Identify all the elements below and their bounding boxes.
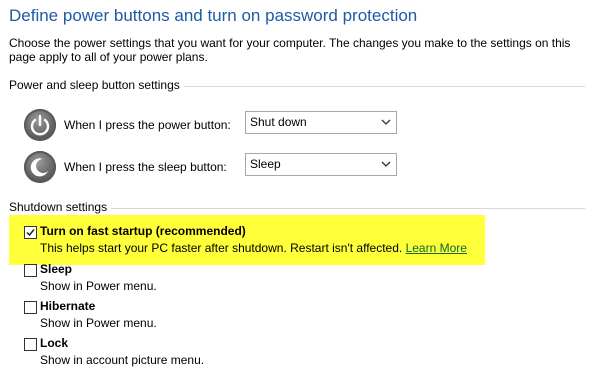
power-button-label: When I press the power button: (64, 118, 231, 132)
sleep-label[interactable]: Sleep (40, 262, 72, 276)
page-title: Define power buttons and turn on passwor… (9, 6, 418, 25)
lock-checkbox[interactable] (24, 338, 37, 351)
lock-label[interactable]: Lock (40, 336, 68, 350)
lock-description: Show in account picture menu. (40, 353, 205, 367)
hibernate-description: Show in Power menu. (40, 316, 157, 330)
learn-more-link[interactable]: Learn More (406, 241, 467, 255)
power-sleep-group: Power and sleep button settings (9, 78, 585, 92)
chevron-down-icon (381, 161, 391, 167)
shutdown-group: Shutdown settings (9, 200, 585, 214)
hibernate-label[interactable]: Hibernate (40, 299, 95, 313)
sleep-icon (24, 151, 56, 183)
fast-startup-label[interactable]: Turn on fast startup (recommended) (40, 224, 246, 238)
checkmark-icon (26, 229, 35, 237)
fast-startup-description: This helps start your PC faster after sh… (40, 241, 467, 255)
fast-startup-checkbox[interactable] (24, 226, 37, 239)
page-description: Choose the power settings that you want … (9, 36, 571, 64)
sleep-button-value: Sleep (250, 157, 281, 171)
power-sleep-header: Power and sleep button settings (9, 78, 184, 92)
shutdown-header: Shutdown settings (9, 200, 112, 214)
power-button-select[interactable]: Shut down (245, 111, 397, 134)
power-button-value: Shut down (250, 115, 307, 129)
sleep-button-select[interactable]: Sleep (245, 153, 397, 176)
chevron-down-icon (381, 119, 391, 125)
sleep-button-label: When I press the sleep button: (64, 160, 227, 174)
hibernate-checkbox[interactable] (24, 301, 37, 314)
sleep-checkbox[interactable] (24, 264, 37, 277)
fast-startup-highlight (9, 215, 485, 265)
fast-startup-description-text: This helps start your PC faster after sh… (40, 241, 403, 255)
power-icon (24, 109, 56, 141)
sleep-description: Show in Power menu. (40, 279, 157, 293)
